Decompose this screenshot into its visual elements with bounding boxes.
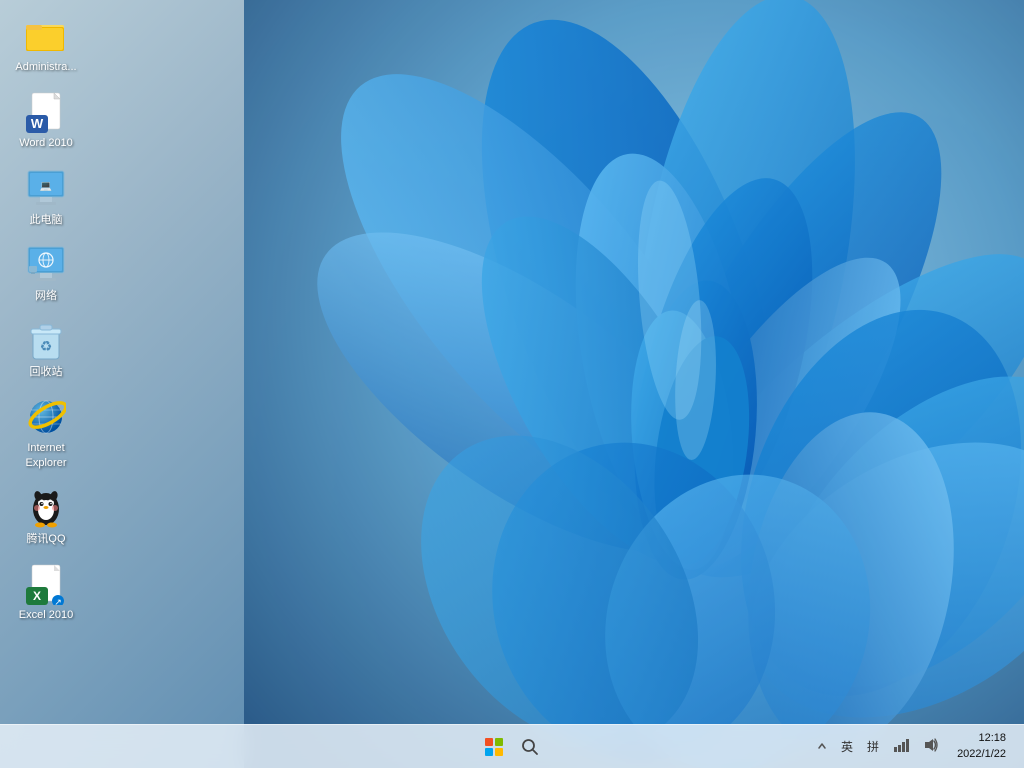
svg-text:♻: ♻ [40, 338, 53, 354]
network-status-icon[interactable] [889, 735, 913, 758]
network-tray-icon [893, 737, 909, 753]
start-button[interactable] [478, 731, 510, 763]
this-pc-label: 此电脑 [30, 213, 63, 227]
systray-chevron[interactable] [813, 738, 831, 756]
excel-2010-icon[interactable]: X ↗ Excel 2010 [10, 558, 82, 628]
clock-date: 2022/1/22 [957, 747, 1006, 762]
word-2010-icon[interactable]: W Word 2010 [10, 86, 82, 156]
folder-icon-image [26, 16, 66, 56]
network-label: 网络 [35, 289, 57, 303]
administrator-folder-icon[interactable]: Administra... [10, 10, 82, 80]
excel-2010-label: Excel 2010 [19, 608, 73, 622]
network-icon[interactable]: 网络 [10, 239, 82, 309]
ime-indicator[interactable]: 拼 [863, 736, 883, 757]
word-icon-image: W [26, 92, 66, 132]
svg-text:↗: ↗ [54, 597, 62, 605]
recycle-bin-label: 回收站 [30, 365, 63, 379]
search-icon [521, 738, 539, 756]
volume-tray-icon [923, 737, 939, 753]
recycle-bin-icon[interactable]: ♻ 回收站 [10, 315, 82, 385]
volume-icon[interactable] [919, 735, 943, 758]
taskbar-right: 英 拼 [813, 729, 1024, 764]
taskbar-clock[interactable]: 12:18 2022/1/22 [951, 729, 1012, 764]
qq-icon-image [26, 488, 66, 528]
clock-time: 12:18 [957, 731, 1006, 746]
ie-icon-image [26, 397, 66, 437]
this-pc-icon[interactable]: 💻 此电脑 [10, 163, 82, 233]
excel-icon-image: X ↗ [26, 564, 66, 604]
monitor-icon-image: 💻 [26, 169, 66, 209]
ie-label: Internet Explorer [14, 441, 78, 470]
qq-icon[interactable]: 腾讯QQ [10, 482, 82, 552]
taskbar-center [478, 731, 546, 763]
desktop: Administra... W Word 2010 [0, 0, 1024, 768]
systray: 英 拼 [813, 735, 943, 758]
chevron-up-icon [817, 741, 827, 751]
administrator-folder-label: Administra... [15, 60, 76, 74]
svg-text:X: X [33, 589, 41, 603]
word-2010-label: Word 2010 [19, 136, 73, 150]
taskbar: 英 拼 [0, 724, 1024, 768]
wallpaper [244, 0, 1024, 768]
language-indicator[interactable]: 英 [837, 736, 857, 757]
ie-icon[interactable]: Internet Explorer [10, 391, 82, 476]
network-icon-image [26, 245, 66, 285]
svg-text:W: W [31, 116, 44, 131]
qq-label: 腾讯QQ [26, 532, 65, 546]
desktop-icons-container: Administra... W Word 2010 [0, 0, 82, 635]
svg-text:💻: 💻 [40, 181, 53, 192]
search-button[interactable] [514, 731, 546, 763]
windows-logo-icon [485, 738, 503, 756]
recycle-icon-image: ♻ [26, 321, 66, 361]
